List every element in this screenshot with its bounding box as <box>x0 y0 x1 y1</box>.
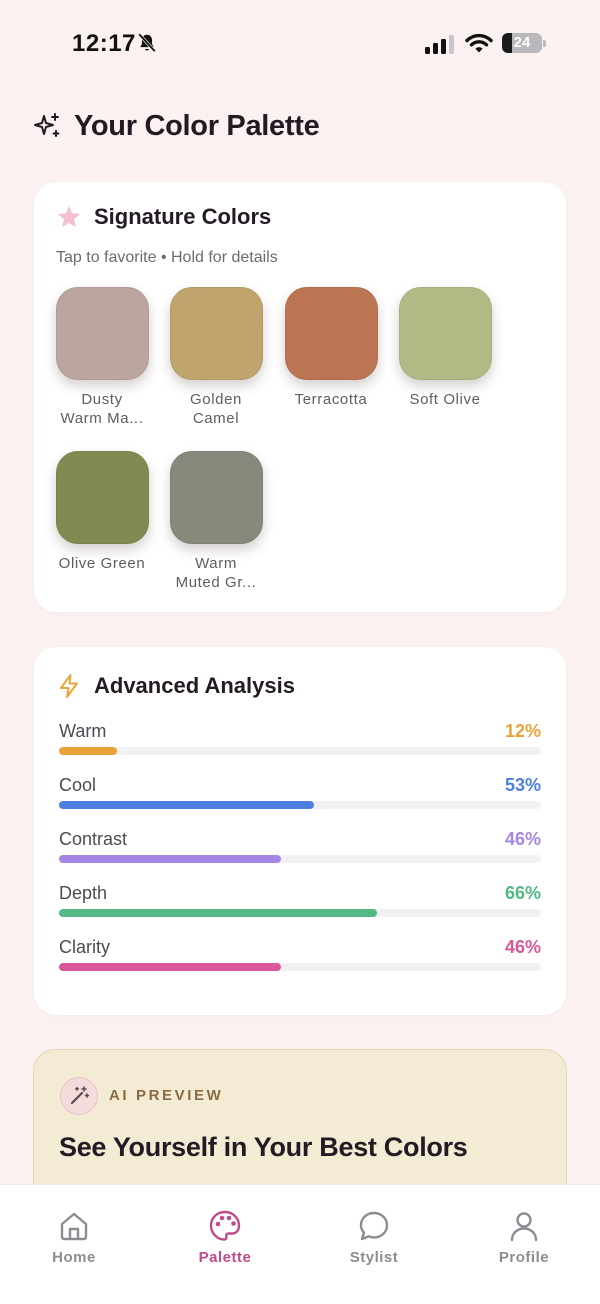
metric-track <box>59 909 541 917</box>
swatch-label-line2: Muted Gr... <box>175 574 257 591</box>
metric-track <box>59 801 541 809</box>
metric-fill <box>59 747 117 755</box>
swatch-label: Terracotta <box>274 390 388 409</box>
swatch-label: Soft Olive <box>388 390 502 409</box>
metric-warm: Warm 12% <box>59 721 541 761</box>
signature-colors-title: Signature Colors <box>94 204 272 229</box>
metric-fill <box>59 801 315 809</box>
battery-icon: 24 <box>502 33 546 53</box>
metric-value: 66% <box>504 883 541 903</box>
swatch-label-line1: Golden <box>190 391 242 408</box>
swatch-label-line1: Terracotta <box>294 391 368 408</box>
battery-level: 24 <box>513 34 531 51</box>
swatch-label-line1: Soft Olive <box>409 391 481 408</box>
advanced-analysis-card: Advanced Analysis Warm 12% Cool 53% Cont… <box>34 647 566 1015</box>
metric-track <box>59 963 541 971</box>
lightning-icon <box>60 674 78 698</box>
swatch-chip[interactable] <box>55 451 149 544</box>
swatch-label: Olive Green <box>45 554 159 573</box>
color-swatch[interactable]: Golden Camel <box>159 287 273 428</box>
color-swatch[interactable]: Warm Muted Gr... <box>159 451 273 592</box>
color-swatch[interactable]: Terracotta <box>274 287 388 409</box>
swatch-chip[interactable] <box>398 287 492 380</box>
ai-badge <box>60 1077 98 1115</box>
metric-label: Warm <box>59 721 107 741</box>
ai-preview-title: See Yourself in Your Best Colors <box>59 1132 468 1162</box>
star-icon <box>58 206 80 227</box>
tab-label: Profile <box>498 1249 550 1266</box>
swatch-label: Warm Muted Gr... <box>159 554 273 592</box>
advanced-analysis-header: Advanced Analysis <box>56 671 295 701</box>
metric-track <box>59 855 541 863</box>
metric-value: 46% <box>504 829 541 849</box>
tab-bar: Home Palette Stylist Profile <box>0 1184 600 1304</box>
home-icon <box>60 1212 88 1241</box>
color-swatch[interactable]: Olive Green <box>45 451 159 573</box>
metric-label: Clarity <box>59 937 111 957</box>
metric-track <box>59 747 541 755</box>
sparkles-icon <box>34 113 60 137</box>
metric-label: Cool <box>59 775 97 795</box>
tab-label: Home <box>52 1249 96 1266</box>
ai-preview-label: AI PREVIEW <box>109 1087 224 1104</box>
person-icon <box>510 1212 538 1242</box>
swatch-chip[interactable] <box>169 451 263 544</box>
metric-fill <box>59 855 281 863</box>
signature-colors-card: Signature Colors Tap to favorite • Hold … <box>34 182 566 612</box>
signature-colors-subtitle: Tap to favorite • Hold for details <box>56 249 278 266</box>
metric-value: 53% <box>504 775 541 795</box>
tab-profile[interactable]: Profile <box>474 1209 574 1269</box>
wifi-icon <box>465 33 493 53</box>
color-swatch[interactable]: Soft Olive <box>388 287 502 409</box>
swatch-label: Golden Camel <box>159 390 273 428</box>
advanced-analysis-title: Advanced Analysis <box>94 673 295 698</box>
swatch-chip[interactable] <box>284 287 378 380</box>
status-time: 12:17 <box>72 30 136 57</box>
swatch-label: Dusty Warm Ma... <box>45 390 159 428</box>
metric-clarity: Clarity 46% <box>59 937 541 977</box>
metric-cool: Cool 53% <box>59 775 541 815</box>
tab-label: Stylist <box>349 1249 399 1266</box>
metric-fill <box>59 963 281 971</box>
metric-value: 46% <box>504 937 541 957</box>
color-swatch[interactable]: Dusty Warm Ma... <box>45 287 159 428</box>
signature-colors-header: Signature Colors <box>56 202 271 232</box>
swatch-label-line1: Warm <box>195 555 237 572</box>
chat-bubble-icon <box>359 1211 389 1241</box>
page-header: Your Color Palette <box>32 106 320 146</box>
metric-depth: Depth 66% <box>59 883 541 923</box>
swatch-label-line1: Olive Green <box>58 555 146 572</box>
metric-contrast: Contrast 46% <box>59 829 541 869</box>
palette-icon <box>209 1210 241 1241</box>
metric-label: Contrast <box>59 829 128 849</box>
swatch-label-line2: Camel <box>192 410 240 427</box>
swatch-chip[interactable] <box>55 287 149 380</box>
status-bar: 12:17 24 <box>0 0 600 90</box>
swatch-label-line1: Dusty <box>81 391 123 408</box>
swatch-chip[interactable] <box>169 287 263 380</box>
tab-palette[interactable]: Palette <box>175 1209 275 1269</box>
swatch-label-line2: Warm Ma... <box>60 410 144 427</box>
metric-value: 12% <box>504 721 541 741</box>
tab-stylist[interactable]: Stylist <box>324 1209 424 1269</box>
signal-icon <box>425 35 454 54</box>
tab-label: Palette <box>198 1249 252 1266</box>
tab-home[interactable]: Home <box>24 1209 124 1269</box>
bell-slash-icon <box>138 33 156 53</box>
magic-wand-icon <box>70 1086 90 1105</box>
metric-label: Depth <box>59 883 108 903</box>
metric-fill <box>59 909 378 917</box>
page-title: Your Color Palette <box>74 109 320 142</box>
